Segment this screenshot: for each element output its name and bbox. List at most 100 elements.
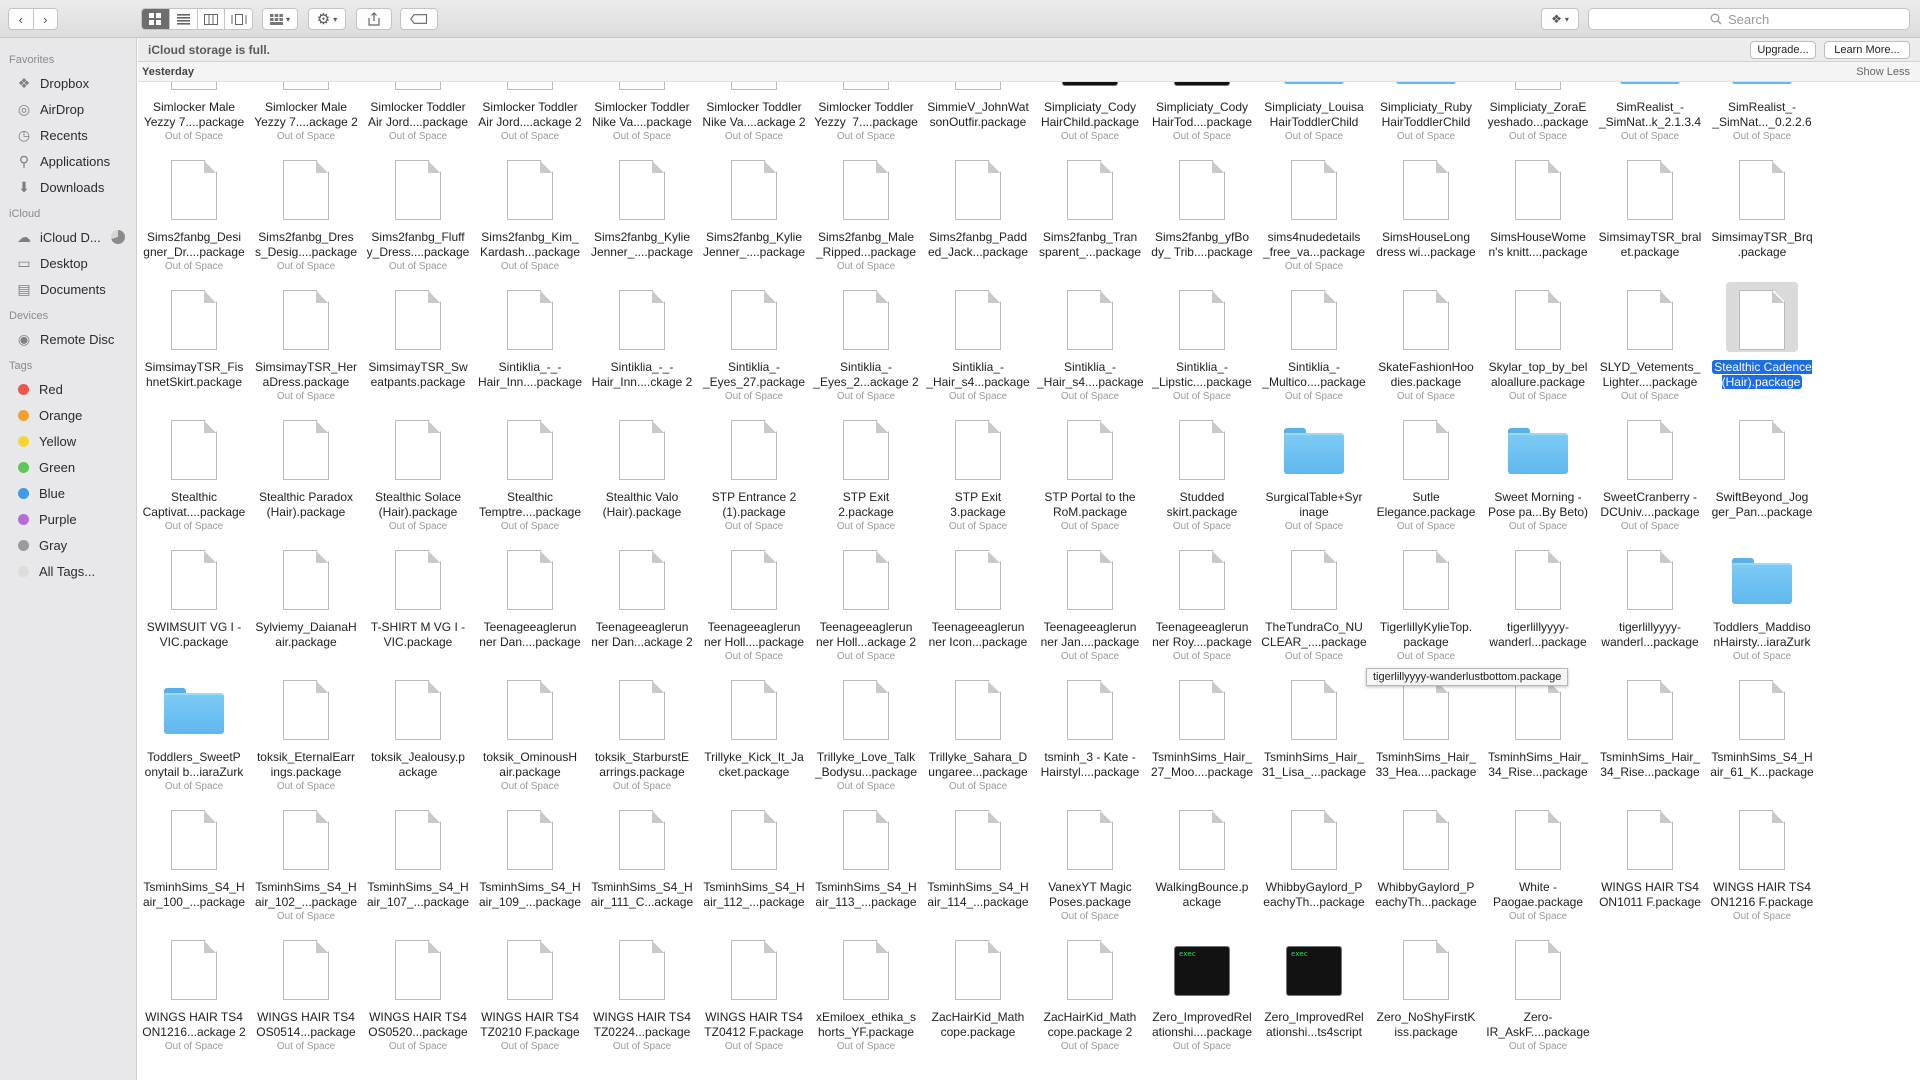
show-less-button[interactable]: Show Less bbox=[1856, 66, 1910, 78]
sidebar-item-tag-gray[interactable]: Gray bbox=[0, 532, 136, 558]
file-item[interactable]: WINGS HAIR TS4 ON1216...ackage 2 Out of S… bbox=[138, 930, 250, 1060]
file-item[interactable]: Sintiklia_- _Lipstic....package Out of Sp… bbox=[1146, 280, 1258, 410]
list-view-button[interactable] bbox=[170, 9, 198, 29]
sidebar-item-tag-yellow[interactable]: Yellow bbox=[0, 428, 136, 454]
file-item[interactable]: Studded skirt.package Out of Space bbox=[1146, 410, 1258, 540]
file-item[interactable]: Stealthic Cadence (Hair).package bbox=[1706, 280, 1818, 410]
sidebar-item-tag-orange[interactable]: Orange bbox=[0, 402, 136, 428]
file-item[interactable]: SkateFashionHoo dies.package Out of Space bbox=[1370, 280, 1482, 410]
sidebar-item-downloads[interactable]: ⬇ Downloads bbox=[0, 174, 136, 200]
file-item[interactable]: VanexYT Magic Poses.package Out of Space bbox=[1034, 800, 1146, 930]
file-item[interactable]: Simpliciaty_ZoraE yeshado...package Out o… bbox=[1482, 82, 1594, 150]
file-item[interactable]: Teenageeaglerun ner Dan...ackage 2 bbox=[586, 540, 698, 670]
file-item[interactable]: ZacHairKid_Math cope.package 2 Out of Spa… bbox=[1034, 930, 1146, 1060]
file-item[interactable]: TsminhSims_S4_H air_113_...package bbox=[810, 800, 922, 930]
file-item[interactable]: Teenageeaglerun ner Dan....package bbox=[474, 540, 586, 670]
file-item[interactable]: Sims2fanbg_Tran sparent_...package bbox=[1034, 150, 1146, 280]
file-item[interactable]: WhibbyGaylord_P eachyTh...package bbox=[1370, 800, 1482, 930]
file-item[interactable]: Sims2fanbg_Desi gner_Dr....package Out of… bbox=[138, 150, 250, 280]
file-item[interactable]: TsminhSims_Hair_ 34_Rise...package bbox=[1594, 670, 1706, 800]
file-item[interactable]: TsminhSims_S4_H air_102_...package Out of… bbox=[250, 800, 362, 930]
file-item[interactable]: SimsimayTSR_Brq .package bbox=[1706, 150, 1818, 280]
sidebar-item-all-tags[interactable]: All Tags... bbox=[0, 558, 136, 584]
dropbox-button[interactable]: ❖ ▾ bbox=[1541, 8, 1579, 30]
file-item[interactable]: exec Simpliciaty_Cody HairChild.package Ou… bbox=[1034, 82, 1146, 150]
file-item[interactable]: Simlocker Toddler Nike Va....ackage 2 Out… bbox=[698, 82, 810, 150]
file-item[interactable]: Simlocker Male Yezzy 7....ackage 2 Out of… bbox=[250, 82, 362, 150]
file-item[interactable]: Simlocker Toddler Yezzy 7....package Out … bbox=[810, 82, 922, 150]
sidebar-item-remote-disc[interactable]: ◉ Remote Disc bbox=[0, 326, 136, 352]
search-input[interactable] bbox=[1728, 11, 1788, 27]
action-button[interactable]: ⚙ ▾ bbox=[308, 8, 346, 30]
sidebar-item-desktop[interactable]: ▭ Desktop bbox=[0, 250, 136, 276]
file-item[interactable]: TsminhSims_S4_H air_111_C...ackage bbox=[586, 800, 698, 930]
file-item[interactable]: WINGS HAIR TS4 ON1216 F.package Out of Sp… bbox=[1706, 800, 1818, 930]
file-item[interactable]: STP Portal to the RoM.package Out of Spac… bbox=[1034, 410, 1146, 540]
file-item[interactable]: Simpliciaty_Louisa HairToddlerChild Out o… bbox=[1258, 82, 1370, 150]
file-item[interactable]: TsminhSims_S4_H air_107_...package bbox=[362, 800, 474, 930]
sidebar-item-dropbox[interactable]: ❖ Dropbox bbox=[0, 70, 136, 96]
file-item[interactable]: Stealthic Temptre....package Out of Space bbox=[474, 410, 586, 540]
search-field[interactable] bbox=[1588, 8, 1910, 30]
file-item[interactable]: Simlocker Male Yezzy 7....package Out of … bbox=[138, 82, 250, 150]
file-item[interactable]: TigerlillyKylieTop. package Out of Space bbox=[1370, 540, 1482, 670]
file-item[interactable]: SimsHouseWome n's knitt....package bbox=[1482, 150, 1594, 280]
share-button[interactable] bbox=[356, 8, 392, 30]
sidebar-item-tag-blue[interactable]: Blue bbox=[0, 480, 136, 506]
file-item[interactable]: Zero- IR_AskF....package Out of Space bbox=[1482, 930, 1594, 1060]
file-item[interactable]: exec Simpliciaty_Cody HairTod....package O… bbox=[1146, 82, 1258, 150]
upgrade-button[interactable]: Upgrade... bbox=[1750, 41, 1816, 59]
file-item[interactable]: TsminhSims_S4_H air_109_...package bbox=[474, 800, 586, 930]
file-item[interactable]: WINGS HAIR TS4 OS0520...package Out of Sp… bbox=[362, 930, 474, 1060]
sidebar-item-tag-purple[interactable]: Purple bbox=[0, 506, 136, 532]
file-item[interactable]: toksik_OminousH air.package Out of Space bbox=[474, 670, 586, 800]
file-item[interactable]: Sintiklia_- _Hair_s4...package Out of Spa… bbox=[922, 280, 1034, 410]
file-item[interactable]: sims4nudedetails _free_va...package Out o… bbox=[1258, 150, 1370, 280]
file-item[interactable]: SimsimayTSR_Fis hnetSkirt.package bbox=[138, 280, 250, 410]
file-item[interactable]: TsminhSims_S4_H air_61_K...package bbox=[1706, 670, 1818, 800]
file-item[interactable]: tigerlillyyyy- wanderl...package bbox=[1594, 540, 1706, 670]
file-item[interactable]: Zero_NoShyFirstK iss.package bbox=[1370, 930, 1482, 1060]
file-item[interactable]: exec Zero_ImprovedRel ationshi...ts4scrip… bbox=[1258, 930, 1370, 1060]
file-item[interactable]: Sintiklia_- _Eyes_2...ackage 2 Out of Spa… bbox=[810, 280, 922, 410]
file-item[interactable]: TheTundraCo_NU CLEAR_....package Out of S… bbox=[1258, 540, 1370, 670]
column-view-button[interactable] bbox=[198, 9, 226, 29]
file-item[interactable]: Sims2fanbg_Kylie Jenner_....package bbox=[698, 150, 810, 280]
file-item[interactable]: SLYD_Vetements_ Lighter....package Out of… bbox=[1594, 280, 1706, 410]
file-item[interactable]: TsminhSims_S4_H air_114_...package bbox=[922, 800, 1034, 930]
learn-more-button[interactable]: Learn More... bbox=[1824, 41, 1910, 59]
file-item[interactable]: Sims2fanbg_Dres s_Desig....package Out of… bbox=[250, 150, 362, 280]
file-item[interactable]: Sims2fanbg_Kylie Jenner_....package bbox=[586, 150, 698, 280]
file-item[interactable]: TsminhSims_S4_H air_112_...package bbox=[698, 800, 810, 930]
icon-view-button[interactable] bbox=[142, 9, 170, 29]
file-item[interactable]: tigerlillyyyy- wanderl...package bbox=[1482, 540, 1594, 670]
file-item[interactable]: Toddlers_SweetP onytail b...iaraZurk Out … bbox=[138, 670, 250, 800]
file-item[interactable]: SimmieV_JohnWat sonOutfir.package bbox=[922, 82, 1034, 150]
file-item[interactable]: Sims2fanbg_Male _Ripped...package Out of … bbox=[810, 150, 922, 280]
forward-button[interactable]: › bbox=[34, 9, 58, 29]
file-item[interactable]: Sims2fanbg_Kim_ Kardash...package Out of … bbox=[474, 150, 586, 280]
file-item[interactable]: Skylar_top_by_bel aloallure.package Out o… bbox=[1482, 280, 1594, 410]
file-item[interactable]: Sylviemy_DaianaH air.package bbox=[250, 540, 362, 670]
file-item[interactable]: Sims2fanbg_Fluff y_Dress....package Out o… bbox=[362, 150, 474, 280]
file-item[interactable]: TsminhSims_Hair_ 31_Lisa_...package bbox=[1258, 670, 1370, 800]
file-item[interactable]: Teenageeaglerun ner Holl...ackage 2 Out o… bbox=[810, 540, 922, 670]
file-item[interactable]: STP Entrance 2 (1).package Out of Space bbox=[698, 410, 810, 540]
sidebar-item-tag-red[interactable]: Red bbox=[0, 376, 136, 402]
back-button[interactable]: ‹ bbox=[9, 9, 34, 29]
file-item[interactable]: SimsimayTSR_Sw eatpants.package bbox=[362, 280, 474, 410]
file-item[interactable]: Simlocker Toddler Nike Va....package Out … bbox=[586, 82, 698, 150]
file-item[interactable]: ZacHairKid_Math cope.package bbox=[922, 930, 1034, 1060]
file-item[interactable]: Simlocker Toddler Air Jord....ackage 2 Ou… bbox=[474, 82, 586, 150]
file-item[interactable]: WINGS HAIR TS4 TZ0224...package Out of Sp… bbox=[586, 930, 698, 1060]
file-item[interactable]: TsminhSims_Hair_ 33_Hea....package bbox=[1370, 670, 1482, 800]
file-item[interactable]: WalkingBounce.p ackage bbox=[1146, 800, 1258, 930]
arrange-button[interactable]: ▾ bbox=[262, 8, 298, 30]
file-item[interactable]: Simpliciaty_Ruby HairToddlerChild Out of … bbox=[1370, 82, 1482, 150]
file-item[interactable]: Teenageeaglerun ner Jan....package Out of… bbox=[1034, 540, 1146, 670]
file-item[interactable]: Simlocker Toddler Air Jord....package Out… bbox=[362, 82, 474, 150]
sidebar-item-documents[interactable]: ▤ Documents bbox=[0, 276, 136, 302]
file-item[interactable]: Stealthic Paradox (Hair).package bbox=[250, 410, 362, 540]
coverflow-view-button[interactable] bbox=[225, 9, 252, 29]
file-item[interactable]: toksik_EternalEarr ings.package Out of Sp… bbox=[250, 670, 362, 800]
